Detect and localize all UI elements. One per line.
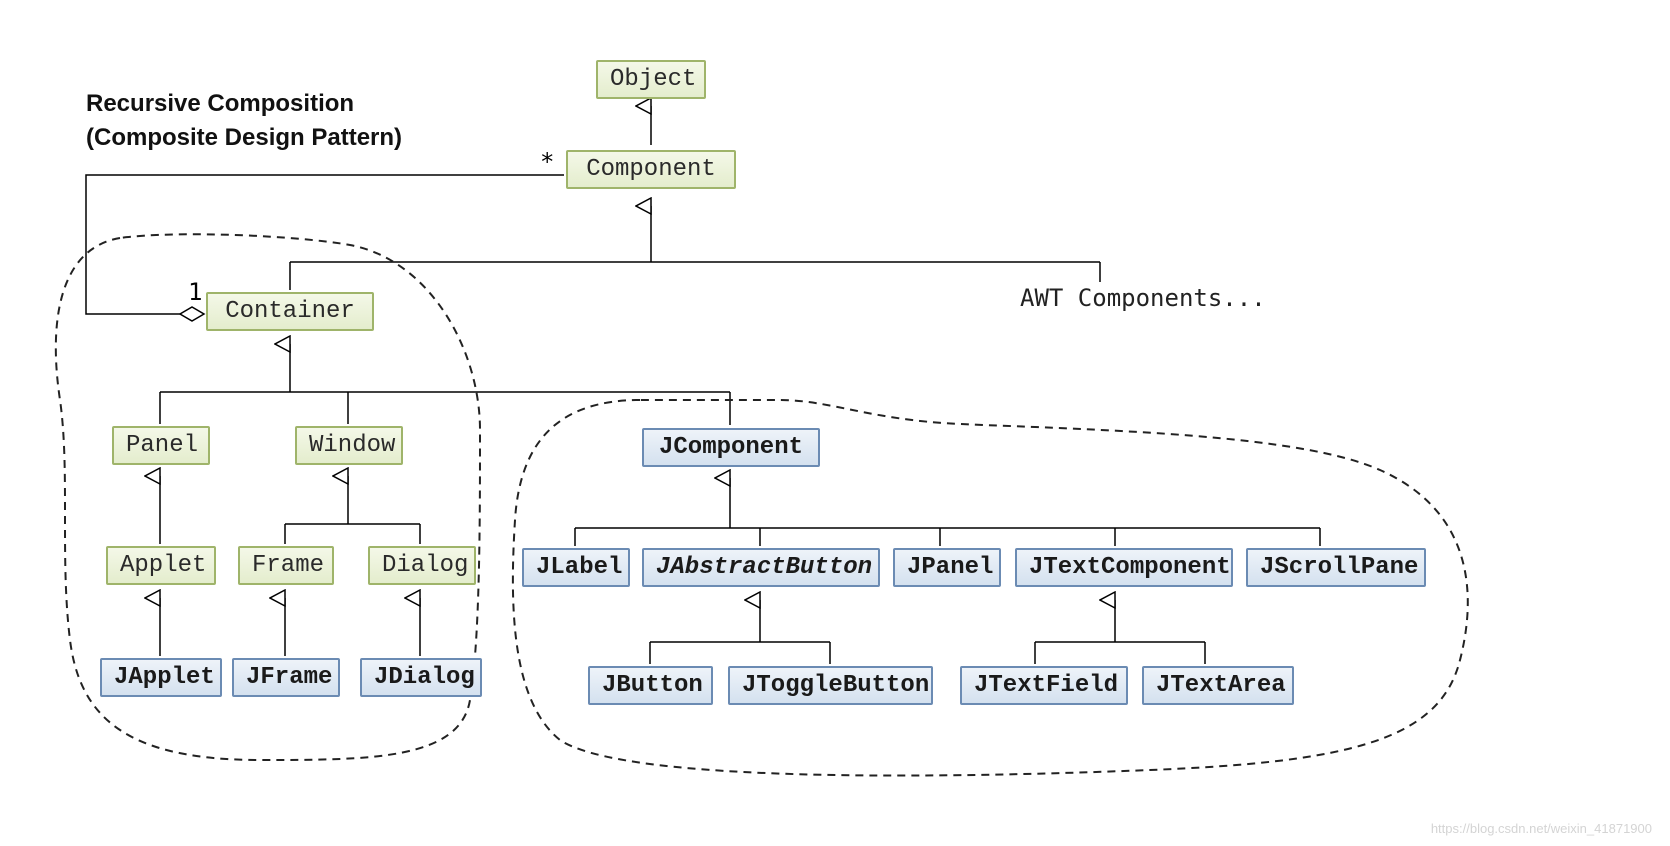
node-object: Object bbox=[596, 60, 706, 99]
node-applet: Applet bbox=[106, 546, 216, 585]
title-line2: (Composite Design Pattern) bbox=[86, 124, 402, 152]
node-jtextarea: JTextArea bbox=[1142, 666, 1294, 705]
node-jcomponent: JComponent bbox=[642, 428, 820, 467]
node-container: Container bbox=[206, 292, 374, 331]
node-dialog: Dialog bbox=[368, 546, 476, 585]
node-jpanel: JPanel bbox=[893, 548, 1001, 587]
node-jscrollpane: JScrollPane bbox=[1246, 548, 1426, 587]
uml-diagram: Recursive Composition (Composite Design … bbox=[0, 0, 1670, 846]
multiplicity-one: 1 bbox=[188, 278, 202, 306]
watermark: https://blog.csdn.net/weixin_41871900 bbox=[1431, 821, 1652, 836]
node-japplet: JApplet bbox=[100, 658, 222, 697]
node-frame: Frame bbox=[238, 546, 334, 585]
multiplicity-star: * bbox=[540, 148, 554, 176]
node-jbutton: JButton bbox=[588, 666, 713, 705]
node-window: Window bbox=[295, 426, 403, 465]
node-jabstractbutton: JAbstractButton bbox=[642, 548, 880, 587]
node-jframe: JFrame bbox=[232, 658, 340, 697]
node-jlabel: JLabel bbox=[522, 548, 630, 587]
node-component: Component bbox=[566, 150, 736, 189]
title-line1: Recursive Composition bbox=[86, 90, 354, 118]
awt-components-label: AWT Components... bbox=[1020, 284, 1266, 312]
node-panel: Panel bbox=[112, 426, 210, 465]
node-jdialog: JDialog bbox=[360, 658, 482, 697]
node-jtextcomponent: JTextComponent bbox=[1015, 548, 1233, 587]
node-jtogglebutton: JToggleButton bbox=[728, 666, 933, 705]
node-jtextfield: JTextField bbox=[960, 666, 1128, 705]
